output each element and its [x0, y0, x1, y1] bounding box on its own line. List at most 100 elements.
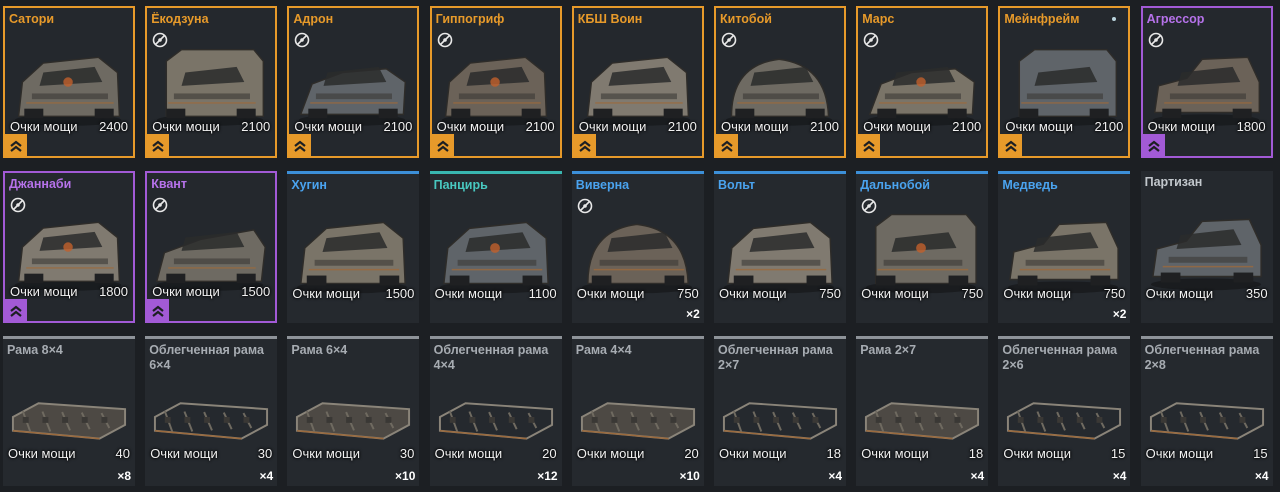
- item-image: [9, 385, 129, 447]
- item-card[interactable]: Гиппогриф Очки мощи 2100: [429, 6, 562, 158]
- item-card[interactable]: Виверна Очки мощи 750 ×2: [571, 171, 704, 323]
- item-card[interactable]: Вольт Очки мощи 750: [714, 171, 846, 323]
- power-score-label: Очки мощи: [1147, 119, 1216, 134]
- power-score-value: 2100: [241, 119, 271, 134]
- item-name: Облегченная рама 2×6: [1002, 343, 1118, 372]
- item-count: ×8: [117, 469, 131, 483]
- power-score-label: Очки мощи: [721, 119, 789, 134]
- no-sell-icon: [577, 198, 593, 214]
- power-score-label: Очки мощи: [152, 284, 220, 299]
- rarity-chevron-icon: [716, 134, 738, 156]
- item-image: [578, 204, 698, 294]
- power-score-value: 2100: [1094, 119, 1124, 134]
- power-score-value: 750: [961, 286, 984, 301]
- power-score-value: 1100: [528, 286, 557, 301]
- item-card[interactable]: Рама 6×4 Очки мощи 30 ×10: [287, 336, 420, 486]
- item-card[interactable]: Ёкодзуна Очки мощи 2100: [145, 6, 278, 158]
- power-score-value: 2100: [525, 119, 555, 134]
- power-score-value: 1800: [99, 284, 128, 299]
- item-card[interactable]: Медведь Очки мощи 750 ×2: [998, 171, 1131, 323]
- item-card[interactable]: Облегченная рама 6×4 Очки мощи 30 ×4: [145, 336, 278, 486]
- item-image: [293, 204, 413, 294]
- power-score-value: 750: [677, 286, 699, 301]
- power-score-value: 15: [1110, 446, 1126, 461]
- item-count: ×4: [1112, 469, 1127, 483]
- item-card[interactable]: Облегченная рама 2×6 Очки мощи 15 ×4: [998, 336, 1131, 486]
- power-score-value: 1500: [241, 284, 271, 299]
- item-image: [1006, 38, 1122, 128]
- item-card[interactable]: Облегченная рама 2×7 Очки мощи 18 ×4: [714, 336, 846, 486]
- power-score-value: 18: [826, 446, 841, 461]
- power-score-label: Очки мощи: [861, 446, 929, 461]
- power-score-value: 30: [399, 446, 415, 461]
- power-score-label: Очки мощи: [719, 446, 787, 461]
- item-image: [720, 204, 840, 294]
- item-card[interactable]: Мейнфрейм Очки мощи 2100: [998, 6, 1131, 158]
- item-card[interactable]: Агрессор Очки мощи 1800: [1140, 6, 1273, 158]
- item-image: [153, 38, 269, 128]
- no-sell-icon: [861, 198, 877, 214]
- item-card[interactable]: Дальнобой Очки мощи 750: [856, 171, 989, 323]
- power-score-value: 350: [1245, 286, 1268, 301]
- item-name: Рама 6×4: [291, 343, 348, 357]
- power-score-label: Очки мощи: [1003, 286, 1071, 301]
- power-score-label: Очки мощи: [436, 119, 505, 134]
- item-image: [864, 38, 980, 128]
- item-image: [151, 385, 271, 447]
- power-score-value: 2100: [383, 119, 413, 134]
- item-name: Хугин: [291, 178, 327, 192]
- item-card[interactable]: Адрон Очки мощи 2100: [287, 6, 420, 158]
- item-card[interactable]: Сатори Очки мощи 2400: [3, 6, 135, 158]
- power-score-value: 2100: [810, 119, 839, 134]
- item-card[interactable]: Облегченная рама 4×4 Очки мощи 20 ×12: [429, 336, 562, 486]
- item-card[interactable]: Партизан Очки мощи 350: [1140, 171, 1273, 323]
- item-image: [862, 385, 982, 447]
- item-name: Дальнобой: [860, 178, 930, 192]
- item-count: ×10: [679, 469, 700, 483]
- item-image: [1149, 38, 1265, 128]
- item-image: [438, 38, 554, 128]
- item-card[interactable]: Рама 2×7 Очки мощи 18 ×4: [856, 336, 989, 486]
- rarity-chevron-icon: [573, 134, 596, 156]
- power-score-value: 1500: [385, 286, 415, 301]
- item-card[interactable]: Джаннаби Очки мощи 1800: [3, 171, 135, 323]
- item-card[interactable]: Облегченная рама 2×8 Очки мощи 15 ×4: [1140, 336, 1273, 486]
- item-card[interactable]: Рама 4×4 Очки мощи 20 ×10: [571, 336, 704, 486]
- item-card[interactable]: Рама 8×4 Очки мощи 40 ×8: [3, 336, 135, 486]
- item-card[interactable]: КБШ Воин Очки мощи 2100: [571, 6, 704, 158]
- no-sell-icon: [721, 32, 737, 48]
- item-image: [862, 204, 982, 294]
- power-score-label: Очки мощи: [1145, 286, 1214, 301]
- item-count: ×4: [970, 469, 985, 483]
- power-score-label: Очки мощи: [863, 119, 931, 134]
- no-sell-icon: [152, 32, 168, 48]
- no-sell-icon: [1148, 32, 1164, 48]
- item-count: ×4: [828, 469, 842, 483]
- item-image: [153, 203, 269, 293]
- item-count: ×12: [537, 469, 558, 483]
- no-sell-icon: [10, 197, 26, 213]
- power-score-value: 40: [115, 446, 130, 461]
- inventory-grid: Сатори Очки мощи 2400 Ёкодзуна Очки мощи 2100…: [0, 0, 1280, 492]
- power-score-label: Очки мощи: [292, 286, 360, 301]
- item-image: [11, 38, 127, 128]
- rarity-chevron-icon: [5, 299, 27, 321]
- power-score-label: Очки мощи: [150, 446, 218, 461]
- power-score-label: Очки мощи: [434, 286, 503, 301]
- rarity-chevron-icon: [1000, 134, 1023, 156]
- item-count: ×2: [686, 307, 700, 321]
- item-card[interactable]: Панцирь Очки мощи 1100: [429, 171, 562, 323]
- power-score-value: 2100: [667, 119, 697, 134]
- power-score-label: Очки мощи: [294, 119, 362, 134]
- item-image: [293, 385, 413, 447]
- rarity-chevron-icon: [147, 299, 170, 321]
- power-score-value: 1800: [1236, 119, 1266, 134]
- power-score-value: 2100: [952, 119, 982, 134]
- item-card[interactable]: Хугин Очки мощи 1500: [287, 171, 420, 323]
- item-name: КБШ Воин: [577, 12, 643, 26]
- item-card[interactable]: Квант Очки мощи 1500: [145, 171, 278, 323]
- item-card[interactable]: Марс Очки мощи 2100: [856, 6, 989, 158]
- item-count: ×2: [1112, 307, 1127, 321]
- item-name: Квант: [151, 177, 187, 191]
- item-card[interactable]: Китобой Очки мощи 2100: [714, 6, 846, 158]
